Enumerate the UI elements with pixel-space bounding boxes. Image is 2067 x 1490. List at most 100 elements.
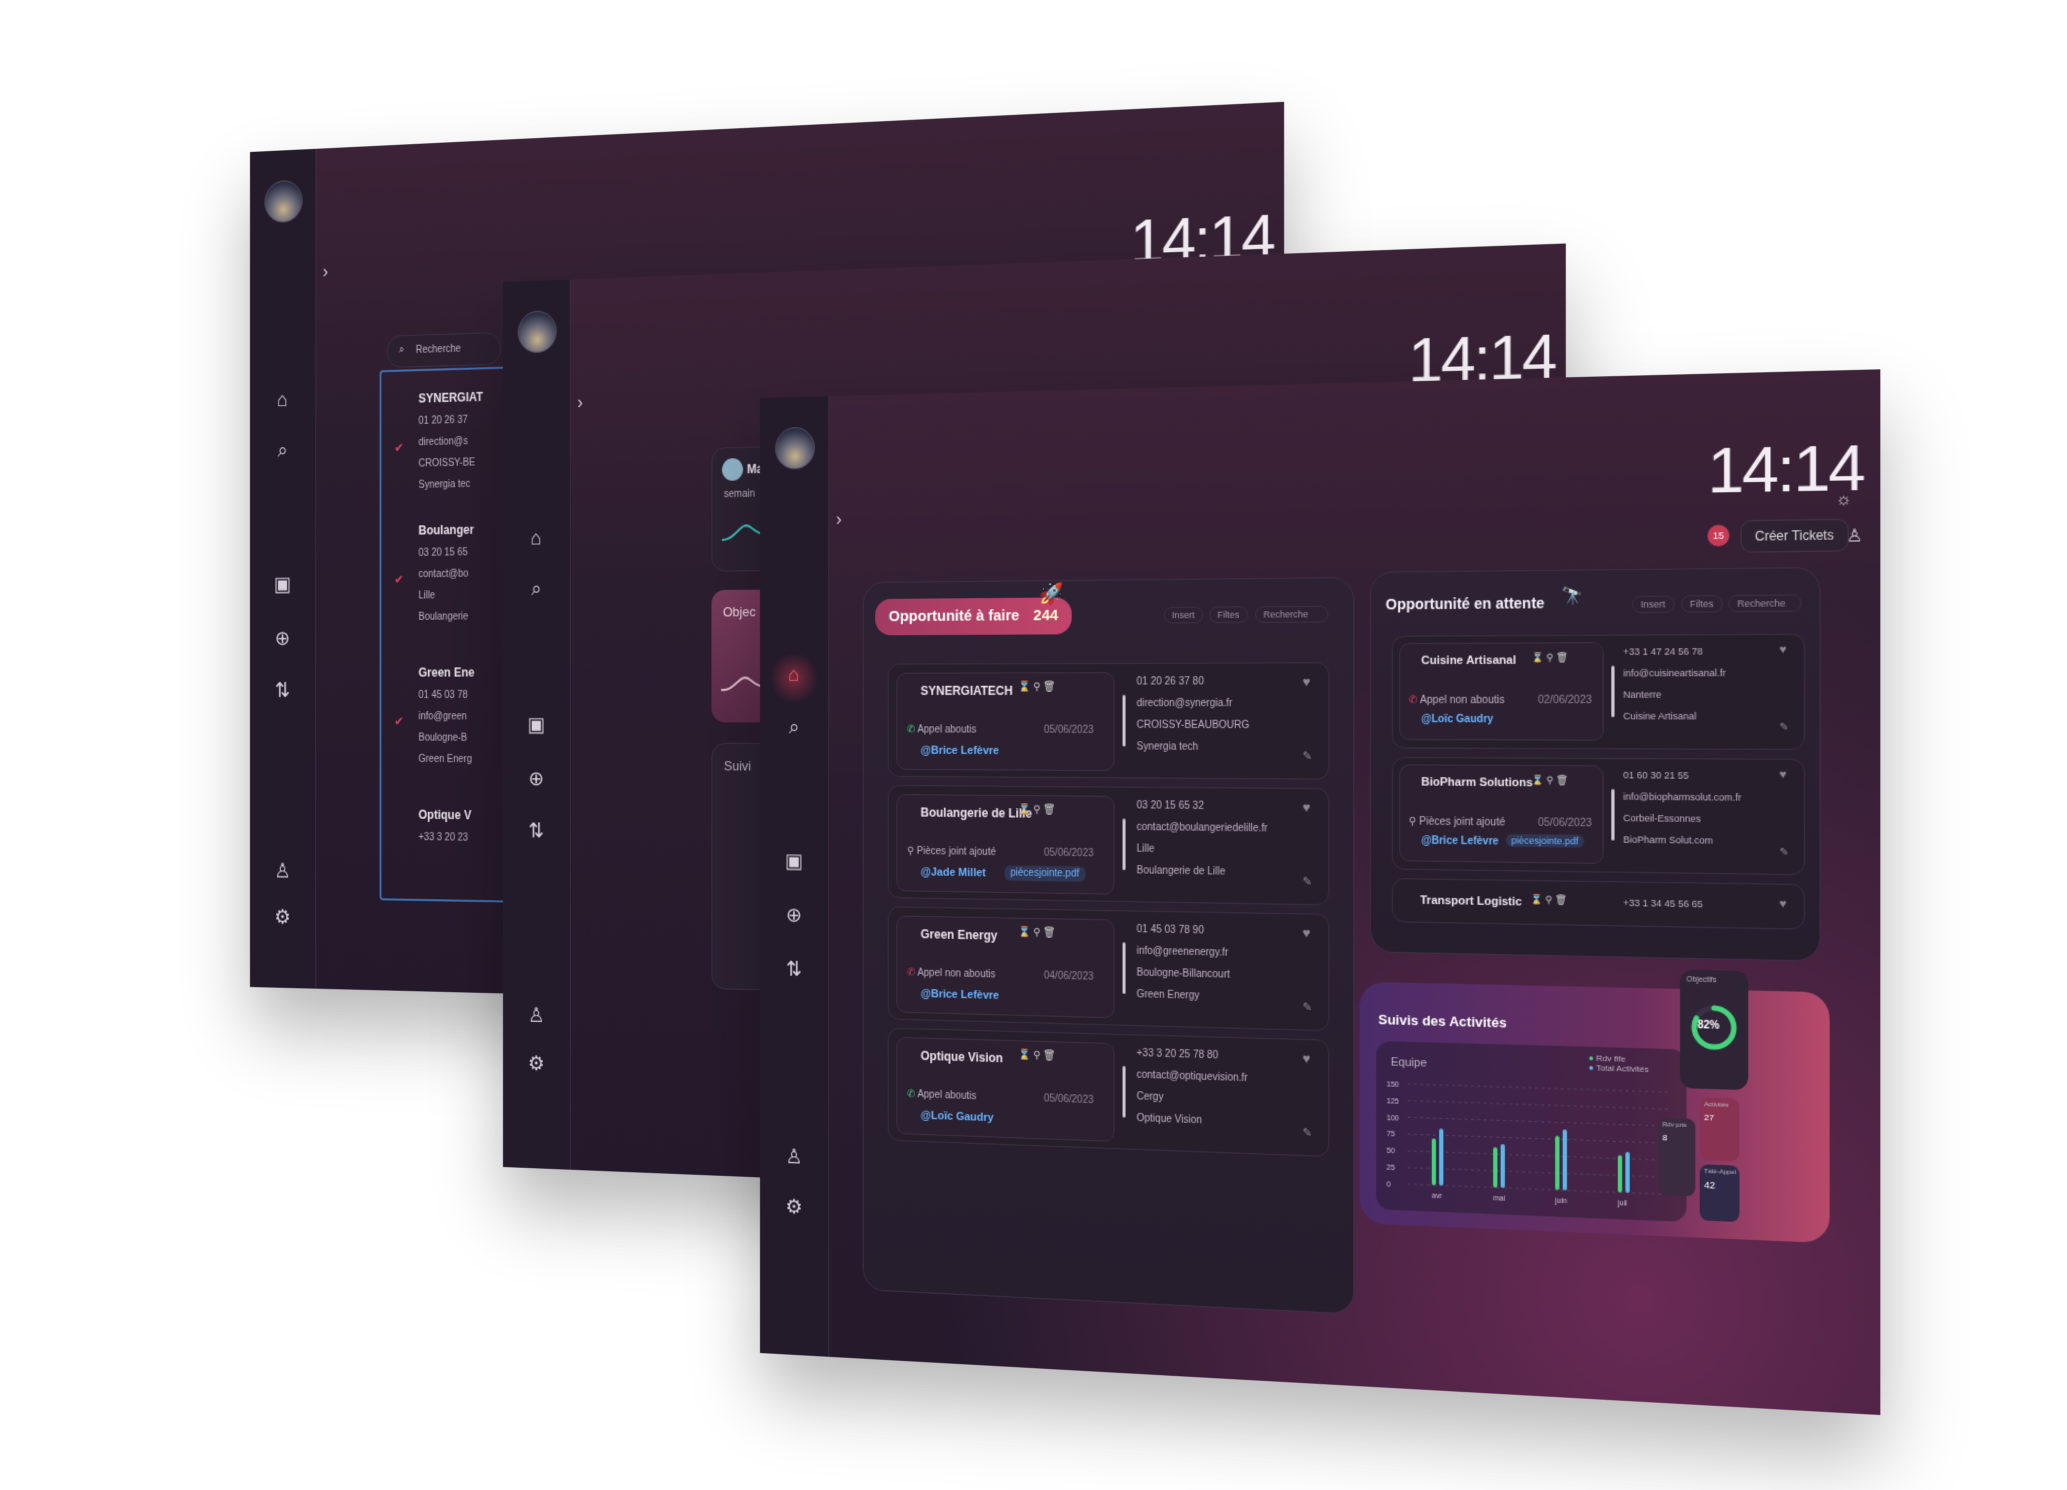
card-action-icons[interactable]: ⌛ ⚲ 🗑 — [1018, 1049, 1056, 1061]
edit-icon[interactable]: ✎ — [1779, 722, 1788, 734]
home-icon[interactable]: ⌂ — [760, 664, 828, 687]
bar[interactable] — [1432, 1138, 1436, 1185]
edit-icon[interactable]: ✎ — [1302, 1000, 1312, 1014]
mention[interactable]: @Brice Lefèvre — [921, 988, 999, 1002]
notification-badge[interactable]: 15 — [1707, 525, 1729, 547]
check-icon[interactable]: ✔ — [394, 441, 403, 455]
user-icon[interactable]: ♙ — [250, 858, 315, 884]
search-input[interactable]: Recherche — [1255, 606, 1328, 623]
insert-button[interactable]: Insert — [1164, 607, 1203, 624]
user-icon[interactable]: ♙ — [760, 1143, 828, 1171]
heart-icon[interactable]: ♥ — [1302, 674, 1310, 690]
heart-icon[interactable]: ♥ — [1302, 925, 1310, 941]
check-icon[interactable]: ✔ — [394, 572, 403, 586]
mini-card[interactable]: Activités 27 — [1700, 1097, 1740, 1161]
edit-icon[interactable]: ✎ — [1302, 1126, 1312, 1140]
list-item[interactable]: Boulanger 03 20 15 65 contact@bo Lille B… — [418, 523, 473, 623]
route-icon[interactable]: ⇅ — [503, 818, 570, 844]
filter-button[interactable]: Filtes — [1209, 606, 1247, 623]
mini-card[interactable]: Télé-Appel 42 — [1700, 1164, 1740, 1222]
heart-icon[interactable]: ♥ — [1779, 898, 1786, 911]
card-action-icons[interactable]: ⌛ ⚲ 🗑 — [1018, 804, 1056, 816]
home-icon[interactable]: ⌂ — [503, 527, 570, 551]
route-icon[interactable]: ⇅ — [760, 956, 828, 983]
card-action-icons[interactable]: ⌛ ⚲ 🗑 — [1018, 682, 1056, 693]
settings-icon[interactable]: ⚙ — [760, 1193, 828, 1221]
attachment-chip[interactable]: piècesjointe.pdf — [1506, 834, 1584, 848]
mention[interactable]: @Brice Lefèvre — [921, 745, 999, 758]
attachment-chip[interactable]: piècesjointe.pdf — [1004, 865, 1085, 882]
opportunity-card[interactable]: Green Energy ⌛ ⚲ 🗑 ✆ Appel non aboutis 0… — [888, 906, 1330, 1031]
route-icon[interactable]: ⇅ — [250, 678, 315, 703]
wallet-icon[interactable]: ▣ — [250, 571, 315, 597]
company: Synergia tech — [1137, 741, 1250, 753]
objectifs-card[interactable]: Objectifs 82% — [1680, 970, 1748, 1091]
create-ticket-button[interactable]: Créer Tickets — [1741, 519, 1849, 553]
home-icon[interactable]: ⌂ — [250, 388, 315, 413]
email: direction@synergia.fr — [1137, 698, 1250, 709]
bar[interactable] — [1439, 1129, 1443, 1186]
avatar[interactable] — [775, 427, 815, 470]
list-item[interactable]: Optique V +33 3 20 23 — [418, 808, 471, 844]
opportunity-card[interactable]: BioPharm Solutions ⌛ ⚲ 🗑 ⚲ Pièces joint … — [1392, 757, 1805, 875]
user-icon[interactable]: ♙ — [503, 1002, 570, 1029]
edit-icon[interactable]: ✎ — [1302, 875, 1312, 889]
settings-icon[interactable]: ⚙ — [250, 904, 315, 930]
insert-button[interactable]: Insert — [1632, 595, 1674, 613]
settings-icon[interactable]: ⚙ — [503, 1050, 570, 1077]
opportunity-card[interactable]: Boulangerie de Lille ⌛ ⚲ 🗑 ⚲ Pièces join… — [888, 785, 1330, 906]
card-action-icons[interactable]: ⌛ ⚲ 🗑 — [1532, 652, 1569, 664]
card-main: SYNERGIATECH ⌛ ⚲ 🗑 ✆ Appel aboutis 05/06… — [896, 672, 1114, 771]
user-icon[interactable]: ♙ — [1846, 525, 1862, 547]
grid-line — [1408, 1184, 1672, 1194]
search-bar[interactable]: ⌕ Recherche — [387, 332, 501, 368]
heart-icon[interactable]: ♥ — [1302, 1050, 1310, 1066]
list-item[interactable]: SYNERGIAT 01 20 26 37 direction@s CROISS… — [418, 390, 483, 491]
hangup-icon: ✆ — [1409, 695, 1418, 707]
avatar[interactable] — [264, 180, 302, 224]
mini-card[interactable]: Rdv pris 8 — [1658, 1118, 1695, 1197]
chevron-right-icon[interactable]: › — [577, 392, 583, 413]
heart-icon[interactable]: ♥ — [1302, 799, 1310, 815]
bar[interactable] — [1501, 1144, 1505, 1188]
wallet-icon[interactable]: ▣ — [503, 712, 570, 737]
add-icon[interactable]: ⊕ — [503, 766, 570, 792]
city: Boulogne-Billancourt — [1137, 967, 1230, 980]
opportunity-card[interactable]: SYNERGIATECH ⌛ ⚲ 🗑 ✆ Appel aboutis 05/06… — [888, 662, 1330, 779]
add-icon[interactable]: ⊕ — [250, 626, 315, 651]
opportunity-card[interactable]: Cuisine Artisanal ⌛ ⚲ 🗑 ✆ Appel non abou… — [1392, 634, 1805, 750]
bar[interactable] — [1563, 1129, 1567, 1190]
opportunity-card[interactable]: Optique Vision ⌛ ⚲ 🗑 ✆ Appel aboutis 05/… — [888, 1028, 1330, 1158]
bar[interactable] — [1555, 1136, 1559, 1190]
heart-icon[interactable]: ♥ — [1779, 768, 1786, 781]
card-action-icons[interactable]: ⌛ ⚲ 🗑 — [1018, 927, 1056, 939]
edit-icon[interactable]: ✎ — [1302, 749, 1312, 763]
wallet-icon[interactable]: ▣ — [760, 848, 828, 874]
chevron-right-icon[interactable]: › — [323, 261, 328, 282]
bar[interactable] — [1625, 1152, 1629, 1193]
bar[interactable] — [1493, 1147, 1497, 1188]
search-input[interactable]: Recherche — [1728, 594, 1801, 612]
search-icon[interactable]: ⌕ — [503, 577, 570, 601]
filter-button[interactable]: Filtes — [1681, 595, 1722, 613]
card-action-icons[interactable]: ⌛ ⚲ 🗑 — [1531, 894, 1568, 906]
mention[interactable]: @Jade Millet — [921, 866, 986, 879]
search-icon[interactable]: ⌕ — [760, 716, 828, 739]
edit-icon[interactable]: ✎ — [1779, 847, 1788, 859]
mention[interactable]: @Loïc Gaudry — [1421, 714, 1493, 726]
avatar[interactable] — [518, 310, 557, 353]
heart-icon[interactable]: ♥ — [1779, 643, 1786, 656]
add-icon[interactable]: ⊕ — [760, 902, 828, 928]
mention[interactable]: @Brice Lefèvre — [1421, 835, 1498, 848]
bar[interactable] — [1618, 1155, 1622, 1193]
card-action-icons[interactable]: ⌛ ⚲ 🗑 — [1532, 775, 1569, 787]
phone: 01 60 30 21 55 — [1623, 770, 1741, 781]
brightness-icon[interactable]: ☼ — [1835, 490, 1851, 510]
list-item[interactable]: Green Ene 01 45 03 78 info@green Boulogn… — [418, 665, 474, 765]
opportunity-card[interactable]: Transport Logistic ⌛ ⚲ 🗑 +33 1 34 45 56 … — [1392, 878, 1805, 930]
search-icon[interactable]: ⌕ — [250, 438, 315, 463]
item-name: Green Ene — [418, 665, 474, 679]
check-icon[interactable]: ✔ — [394, 714, 403, 728]
mention[interactable]: @Loïc Gaudry — [921, 1110, 994, 1125]
chevron-right-icon[interactable]: › — [836, 509, 842, 530]
